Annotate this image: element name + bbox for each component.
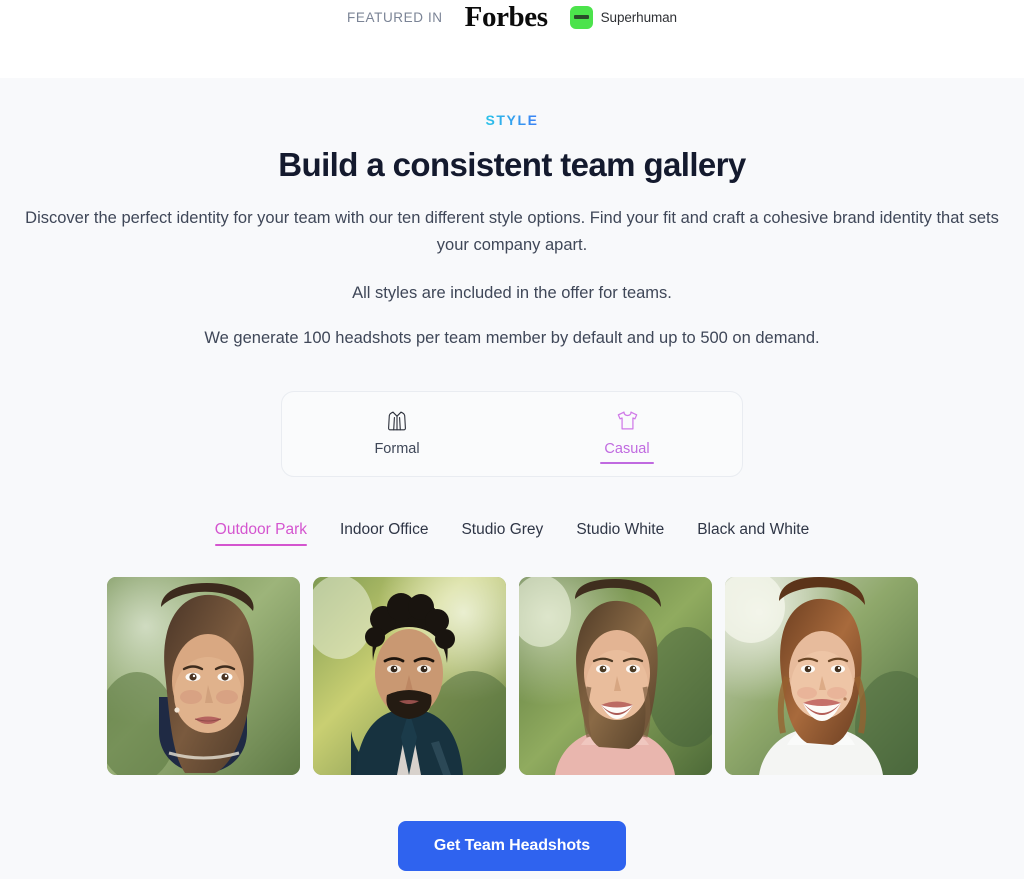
superhuman-logo: Superhuman: [569, 5, 677, 29]
mode-toggle-formal[interactable]: Formal: [282, 408, 512, 464]
headshot-image-3: [518, 576, 712, 775]
mode-toggle-casual[interactable]: Casual: [512, 408, 742, 464]
superhuman-wordmark: Superhuman: [600, 9, 677, 25]
style-tab-outdoor-park[interactable]: Outdoor Park: [214, 521, 308, 546]
headshot-gallery: [0, 576, 1024, 775]
eyebrow-wrap: STYLE: [0, 112, 1024, 146]
headshot-card-4[interactable]: [724, 576, 918, 775]
blazer-icon: [385, 408, 409, 434]
featured-in-band: FEATURED IN Forbes Superhuman: [0, 0, 1024, 78]
style-tab-black-and-white[interactable]: Black and White: [697, 521, 809, 546]
headshot-card-3[interactable]: [518, 576, 712, 775]
headshot-image-4: [724, 576, 918, 775]
headshot-card-2[interactable]: [312, 576, 506, 775]
style-tab-list: Outdoor Park Indoor Office Studio Grey S…: [0, 521, 1024, 546]
headshot-card-1[interactable]: [106, 576, 300, 775]
section-lead-paragraph: Discover the perfect identity for your t…: [25, 208, 999, 254]
get-team-headshots-button[interactable]: Get Team Headshots: [397, 820, 627, 871]
featured-in-inner: FEATURED IN Forbes Superhuman: [347, 0, 677, 33]
superhuman-badge-icon: [569, 5, 593, 29]
section-subline-headshot-count: We generate 100 headshots per team membe…: [204, 329, 820, 348]
mode-toggle-formal-label: Formal: [374, 440, 420, 457]
featured-in-label: FEATURED IN: [347, 9, 443, 25]
style-section: STYLE Build a consistent team gallery Di…: [0, 78, 1024, 879]
mode-toggle-card: Formal Casual: [281, 390, 743, 477]
style-tab-studio-white[interactable]: Studio White: [576, 521, 664, 546]
tshirt-icon: [615, 408, 640, 434]
style-tab-studio-grey[interactable]: Studio Grey: [461, 521, 543, 546]
cta-wrapper: Get Team Headshots: [0, 820, 1024, 871]
headshot-image-2: [312, 576, 506, 775]
section-eyebrow: STYLE: [485, 112, 539, 128]
mode-toggle-casual-label: Casual: [600, 441, 654, 464]
headshot-image-1: [106, 576, 300, 775]
section-subline-styles-included: All styles are included in the offer for…: [352, 284, 672, 303]
forbes-logo: Forbes: [464, 0, 548, 33]
style-tab-indoor-office[interactable]: Indoor Office: [340, 521, 428, 546]
page-title: Build a consistent team gallery: [278, 146, 746, 183]
